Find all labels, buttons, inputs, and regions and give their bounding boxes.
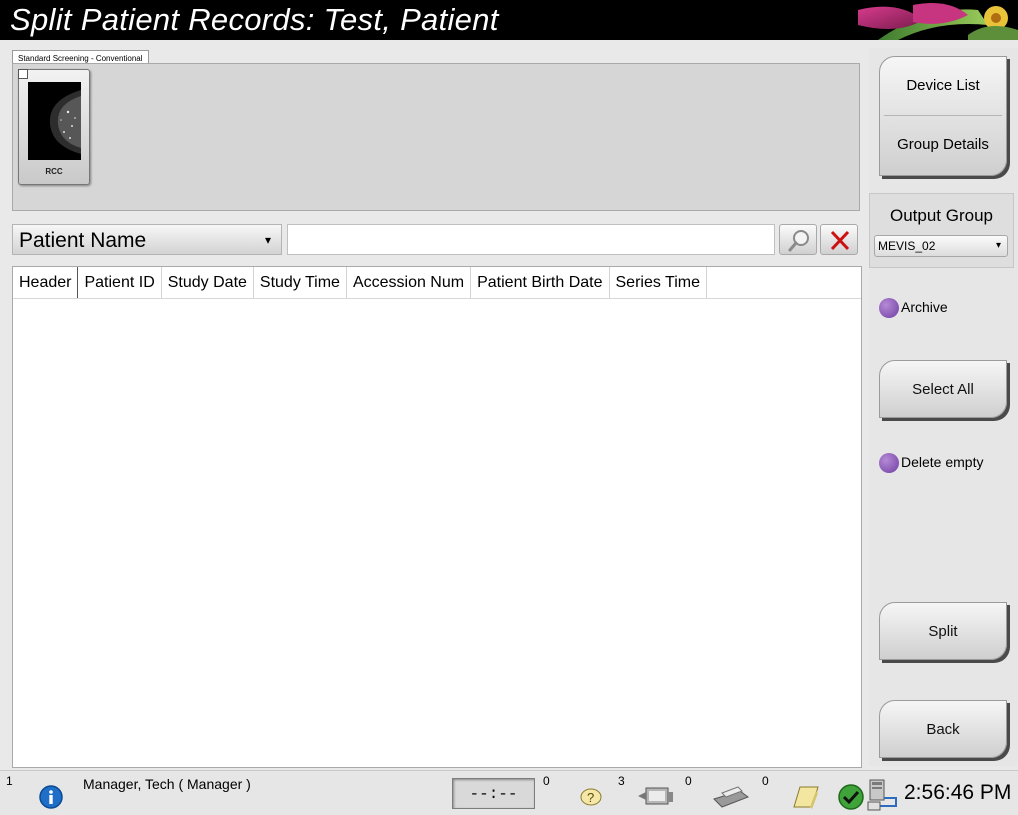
group-details-button[interactable]: Group Details	[880, 116, 1006, 174]
patient-records-table[interactable]: Header Patient ID Study Date Study Time …	[12, 266, 862, 768]
current-user-label[interactable]: Manager, Tech ( Manager )	[83, 776, 251, 792]
select-all-button[interactable]: Select All	[879, 360, 1007, 418]
queue-count: 3	[618, 774, 625, 788]
thumbnail-checkbox[interactable]	[18, 69, 28, 79]
column-header[interactable]: Study Date	[162, 267, 254, 298]
notification-count: 1	[6, 774, 13, 788]
radio-button-icon	[879, 453, 899, 474]
radio-button-icon	[879, 298, 899, 319]
notepad-icon[interactable]	[788, 783, 820, 811]
window-title: Split Patient Records: Test, Patient	[10, 2, 499, 37]
back-button[interactable]: Back	[879, 700, 1007, 758]
thumbnail-label: RCC	[45, 167, 63, 176]
column-header[interactable]: Header	[13, 267, 79, 298]
search-button[interactable]	[779, 224, 817, 255]
system-ok-check-icon[interactable]	[837, 783, 865, 811]
filter-field-value: Patient Name	[19, 229, 147, 252]
delete-empty-label: Delete empty	[901, 454, 984, 470]
exposure-timer: --:--	[452, 778, 535, 809]
column-header[interactable]: Study Time	[254, 267, 347, 298]
title-bar: Split Patient Records: Test, Patient	[0, 0, 1018, 40]
question-disc-icon[interactable]: ?	[578, 783, 604, 809]
table-header-row: Header Patient ID Study Date Study Time …	[13, 267, 861, 299]
flower-banner-image	[858, 2, 1018, 40]
image-transfer-queue-icon[interactable]	[636, 782, 676, 810]
clear-search-button[interactable]	[820, 224, 858, 255]
status-bar: 1 Manager, Tech ( Manager ) --:-- 0 ? 3 …	[0, 770, 1018, 815]
device-list-button[interactable]: Device List	[880, 57, 1006, 115]
filter-field-dropdown[interactable]: Patient Name ▾	[12, 224, 282, 255]
print-count: 0	[685, 774, 692, 788]
column-header[interactable]: Series Time	[610, 267, 707, 298]
split-button[interactable]: Split	[879, 602, 1007, 660]
right-action-panel: Device List Group Details Output Group M…	[869, 48, 1018, 766]
info-icon[interactable]	[38, 784, 64, 810]
column-header[interactable]: Patient ID	[78, 267, 162, 298]
printer-icon[interactable]	[708, 781, 752, 811]
svg-text:?: ?	[587, 790, 594, 805]
delete-empty-option[interactable]: Delete empty	[879, 451, 984, 474]
help-count: 0	[543, 774, 550, 788]
output-group-box: Output Group MEVIS_02 ▾	[869, 193, 1014, 268]
chevron-down-icon: ▾	[265, 233, 272, 247]
output-group-dropdown[interactable]: MEVIS_02 ▾	[874, 235, 1008, 257]
mammogram-thumbnail-image	[28, 82, 81, 160]
archive-option[interactable]: Archive	[879, 296, 948, 319]
archive-label: Archive	[901, 299, 948, 315]
magnifier-icon	[788, 230, 809, 252]
chevron-down-icon: ▾	[995, 240, 1001, 251]
red-x-icon	[830, 230, 850, 251]
thumbnail-area: RCC	[12, 63, 860, 211]
output-group-label: Output Group	[889, 206, 993, 225]
device-group-button-stack: Device List Group Details	[879, 56, 1007, 176]
column-header[interactable]: Patient Birth Date	[471, 267, 610, 298]
protocol-tab-strip: Standard Screening - Conventional	[12, 48, 149, 66]
network-computer-icon[interactable]	[866, 778, 900, 812]
output-group-value: MEVIS_02	[878, 239, 936, 253]
image-thumbnail-rcc[interactable]: RCC	[18, 69, 90, 185]
column-header[interactable]: Accession Num	[347, 267, 472, 298]
notes-count: 0	[762, 774, 769, 788]
clock: 2:56:46 PM	[904, 781, 1012, 804]
search-input[interactable]	[287, 224, 775, 255]
